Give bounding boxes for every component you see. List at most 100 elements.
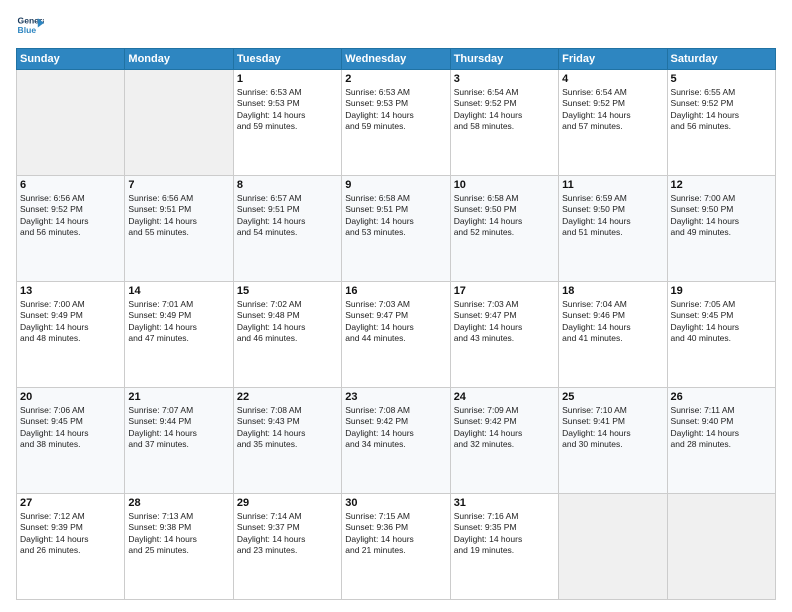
day-number: 1 xyxy=(237,73,338,85)
cell-info: Sunrise: 7:15 AM Sunset: 9:36 PM Dayligh… xyxy=(345,511,446,557)
day-number: 14 xyxy=(128,285,229,297)
cell-info: Sunrise: 6:59 AM Sunset: 9:50 PM Dayligh… xyxy=(562,193,663,239)
weekday-friday: Friday xyxy=(559,49,667,70)
calendar-week-4: 20Sunrise: 7:06 AM Sunset: 9:45 PM Dayli… xyxy=(17,388,776,494)
cell-info: Sunrise: 7:11 AM Sunset: 9:40 PM Dayligh… xyxy=(671,405,772,451)
cell-info: Sunrise: 6:55 AM Sunset: 9:52 PM Dayligh… xyxy=(671,87,772,133)
weekday-saturday: Saturday xyxy=(667,49,775,70)
weekday-monday: Monday xyxy=(125,49,233,70)
day-number: 15 xyxy=(237,285,338,297)
calendar-cell: 28 Sunrise: 7:13 AM Sunset: 9:38 PM Dayli… xyxy=(125,494,233,600)
day-number: 19 xyxy=(671,285,772,297)
cell-info: Sunrise: 7:08 AM Sunset: 9:43 PM Dayligh… xyxy=(237,405,338,451)
day-number: 3 xyxy=(454,73,555,85)
cell-info: Sunrise: 7:13 AM Sunset: 9:38 PM Dayligh… xyxy=(128,511,229,557)
header: General Blue xyxy=(16,12,776,40)
day-number: 23 xyxy=(345,391,446,403)
calendar-cell: 21 Sunrise: 7:07 AM Sunset: 9:44 PM Dayli… xyxy=(125,388,233,494)
calendar-week-1: 1 Sunrise: 6:53 AM Sunset: 9:53 PM Daylig… xyxy=(17,70,776,176)
cell-info: Sunrise: 7:00 AM Sunset: 9:49 PM Dayligh… xyxy=(20,299,121,345)
cell-info: Sunrise: 7:08 AM Sunset: 9:42 PM Dayligh… xyxy=(345,405,446,451)
logo: General Blue xyxy=(16,12,48,40)
calendar-cell: 27Sunrise: 7:12 AM Sunset: 9:39 PM Dayli… xyxy=(17,494,125,600)
logo-icon: General Blue xyxy=(16,12,44,40)
day-number: 8 xyxy=(237,179,338,191)
cell-info: Sunrise: 7:05 AM Sunset: 9:45 PM Dayligh… xyxy=(671,299,772,345)
calendar-cell: 6 Sunrise: 6:56 AM Sunset: 9:52 PM Daylig… xyxy=(17,176,125,282)
calendar-cell: 13Sunrise: 7:00 AM Sunset: 9:49 PM Dayli… xyxy=(17,282,125,388)
cell-info: Sunrise: 7:02 AM Sunset: 9:48 PM Dayligh… xyxy=(237,299,338,345)
day-number: 22 xyxy=(237,391,338,403)
day-number: 25 xyxy=(562,391,663,403)
day-number: 27 xyxy=(20,497,121,509)
weekday-thursday: Thursday xyxy=(450,49,558,70)
calendar-cell: 26 Sunrise: 7:11 AM Sunset: 9:40 PM Dayli… xyxy=(667,388,775,494)
cell-info: Sunrise: 6:54 AM Sunset: 9:52 PM Dayligh… xyxy=(562,87,663,133)
cell-info: Sunrise: 7:07 AM Sunset: 9:44 PM Dayligh… xyxy=(128,405,229,451)
calendar-cell: 10 Sunrise: 6:58 AM Sunset: 9:50 PM Dayli… xyxy=(450,176,558,282)
calendar-table: SundayMondayTuesdayWednesdayThursdayFrid… xyxy=(16,48,776,600)
cell-info: Sunrise: 7:10 AM Sunset: 9:41 PM Dayligh… xyxy=(562,405,663,451)
cell-info: Sunrise: 6:56 AM Sunset: 9:51 PM Dayligh… xyxy=(128,193,229,239)
day-number: 30 xyxy=(345,497,446,509)
weekday-sunday: Sunday xyxy=(17,49,125,70)
calendar-cell: 5 Sunrise: 6:55 AM Sunset: 9:52 PM Daylig… xyxy=(667,70,775,176)
page: General Blue SundayMondayTuesdayWednesda… xyxy=(0,0,792,612)
day-number: 9 xyxy=(345,179,446,191)
cell-info: Sunrise: 6:58 AM Sunset: 9:51 PM Dayligh… xyxy=(345,193,446,239)
calendar-cell: 19 Sunrise: 7:05 AM Sunset: 9:45 PM Dayli… xyxy=(667,282,775,388)
calendar-cell: 25 Sunrise: 7:10 AM Sunset: 9:41 PM Dayli… xyxy=(559,388,667,494)
cell-info: Sunrise: 7:04 AM Sunset: 9:46 PM Dayligh… xyxy=(562,299,663,345)
day-number: 26 xyxy=(671,391,772,403)
cell-info: Sunrise: 7:16 AM Sunset: 9:35 PM Dayligh… xyxy=(454,511,555,557)
day-number: 17 xyxy=(454,285,555,297)
cell-info: Sunrise: 7:06 AM Sunset: 9:45 PM Dayligh… xyxy=(20,405,121,451)
calendar-cell: 31 Sunrise: 7:16 AM Sunset: 9:35 PM Dayli… xyxy=(450,494,558,600)
calendar-cell: 11 Sunrise: 6:59 AM Sunset: 9:50 PM Dayli… xyxy=(559,176,667,282)
calendar-cell: 1 Sunrise: 6:53 AM Sunset: 9:53 PM Daylig… xyxy=(233,70,341,176)
calendar-cell: 12Sunrise: 7:00 AM Sunset: 9:50 PM Dayli… xyxy=(667,176,775,282)
cell-info: Sunrise: 7:14 AM Sunset: 9:37 PM Dayligh… xyxy=(237,511,338,557)
calendar-cell: 29 Sunrise: 7:14 AM Sunset: 9:37 PM Dayli… xyxy=(233,494,341,600)
calendar-cell xyxy=(125,70,233,176)
calendar-cell: 4 Sunrise: 6:54 AM Sunset: 9:52 PM Daylig… xyxy=(559,70,667,176)
cell-info: Sunrise: 7:09 AM Sunset: 9:42 PM Dayligh… xyxy=(454,405,555,451)
day-number: 16 xyxy=(345,285,446,297)
cell-info: Sunrise: 6:54 AM Sunset: 9:52 PM Dayligh… xyxy=(454,87,555,133)
calendar-cell: 8 Sunrise: 6:57 AM Sunset: 9:51 PM Daylig… xyxy=(233,176,341,282)
day-number: 2 xyxy=(345,73,446,85)
cell-info: Sunrise: 6:58 AM Sunset: 9:50 PM Dayligh… xyxy=(454,193,555,239)
calendar-cell: 17Sunrise: 7:03 AM Sunset: 9:47 PM Dayli… xyxy=(450,282,558,388)
weekday-tuesday: Tuesday xyxy=(233,49,341,70)
day-number: 5 xyxy=(671,73,772,85)
day-number: 4 xyxy=(562,73,663,85)
cell-info: Sunrise: 6:53 AM Sunset: 9:53 PM Dayligh… xyxy=(237,87,338,133)
cell-info: Sunrise: 6:53 AM Sunset: 9:53 PM Dayligh… xyxy=(345,87,446,133)
day-number: 29 xyxy=(237,497,338,509)
cell-info: Sunrise: 6:56 AM Sunset: 9:52 PM Dayligh… xyxy=(20,193,121,239)
calendar-cell: 16 Sunrise: 7:03 AM Sunset: 9:47 PM Dayli… xyxy=(342,282,450,388)
day-number: 7 xyxy=(128,179,229,191)
calendar-cell: 14 Sunrise: 7:01 AM Sunset: 9:49 PM Dayli… xyxy=(125,282,233,388)
day-number: 28 xyxy=(128,497,229,509)
calendar-week-2: 6 Sunrise: 6:56 AM Sunset: 9:52 PM Daylig… xyxy=(17,176,776,282)
cell-info: Sunrise: 7:00 AM Sunset: 9:50 PM Dayligh… xyxy=(671,193,772,239)
calendar-cell: 22 Sunrise: 7:08 AM Sunset: 9:43 PM Dayli… xyxy=(233,388,341,494)
calendar-cell: 23 Sunrise: 7:08 AM Sunset: 9:42 PM Dayli… xyxy=(342,388,450,494)
day-number: 6 xyxy=(20,179,121,191)
day-number: 31 xyxy=(454,497,555,509)
calendar-cell xyxy=(17,70,125,176)
calendar-cell: 9 Sunrise: 6:58 AM Sunset: 9:51 PM Daylig… xyxy=(342,176,450,282)
calendar-week-3: 13Sunrise: 7:00 AM Sunset: 9:49 PM Dayli… xyxy=(17,282,776,388)
cell-info: Sunrise: 7:03 AM Sunset: 9:47 PM Dayligh… xyxy=(345,299,446,345)
day-number: 10 xyxy=(454,179,555,191)
calendar-cell: 7 Sunrise: 6:56 AM Sunset: 9:51 PM Daylig… xyxy=(125,176,233,282)
calendar-cell: 20Sunrise: 7:06 AM Sunset: 9:45 PM Dayli… xyxy=(17,388,125,494)
day-number: 21 xyxy=(128,391,229,403)
day-number: 11 xyxy=(562,179,663,191)
weekday-header-row: SundayMondayTuesdayWednesdayThursdayFrid… xyxy=(17,49,776,70)
weekday-wednesday: Wednesday xyxy=(342,49,450,70)
svg-text:Blue: Blue xyxy=(18,25,37,35)
cell-info: Sunrise: 6:57 AM Sunset: 9:51 PM Dayligh… xyxy=(237,193,338,239)
cell-info: Sunrise: 7:01 AM Sunset: 9:49 PM Dayligh… xyxy=(128,299,229,345)
